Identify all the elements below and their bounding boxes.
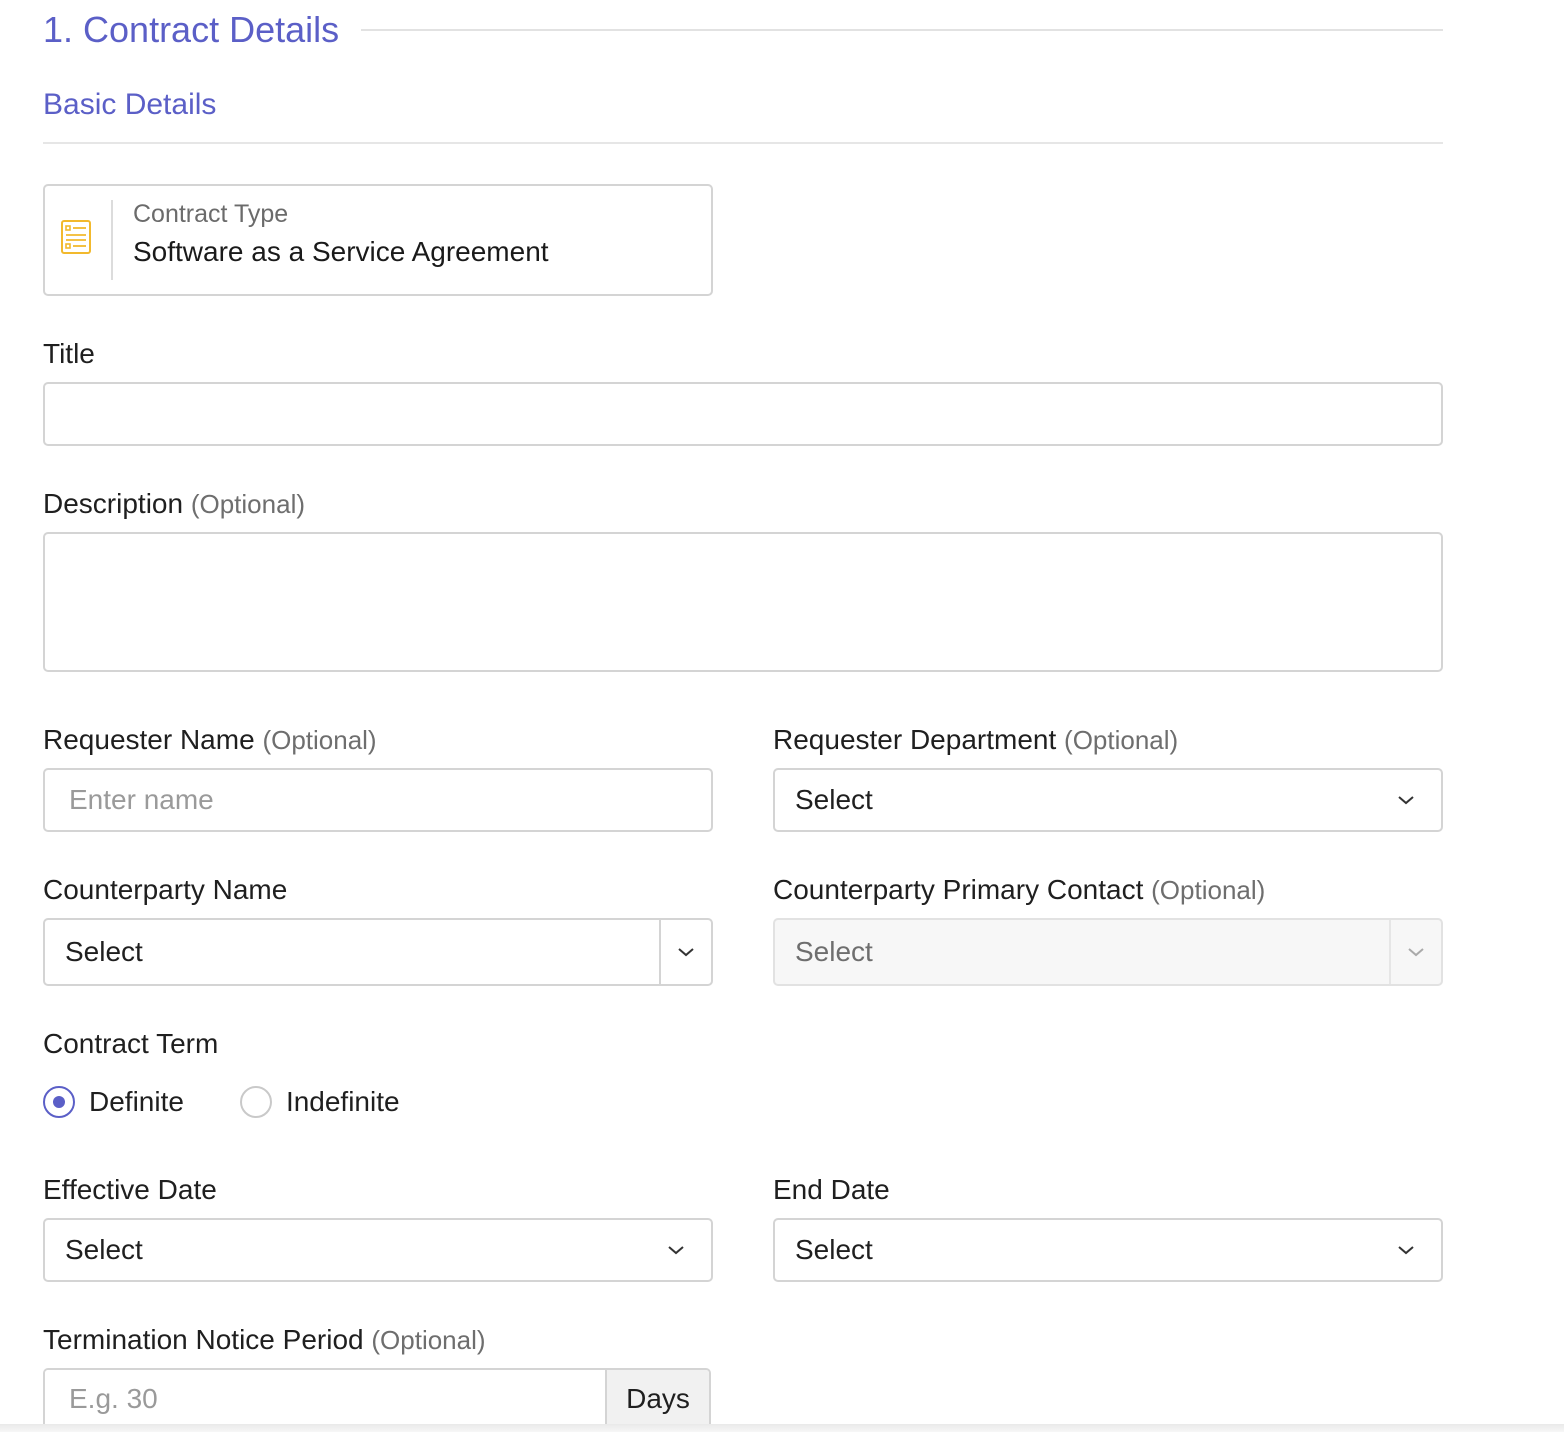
end-date-label-text: End Date [773, 1174, 890, 1205]
termination-notice-label: Termination Notice Period (Optional) [43, 1324, 486, 1356]
description-label-text: Description [43, 488, 184, 519]
chevron-down-icon[interactable] [659, 920, 711, 984]
radio-circle-unchecked[interactable] [239, 1086, 272, 1118]
termination-notice-group: Days [43, 1368, 711, 1430]
contract-term-radio-group: Definite Indefinite [43, 1086, 456, 1118]
counterparty-name-label: Counterparty Name [43, 874, 287, 906]
radio-indefinite[interactable]: Indefinite [239, 1086, 400, 1118]
requester-name-label-text: Requester Name [43, 724, 255, 755]
days-unit-addon: Days [605, 1370, 709, 1428]
description-textarea[interactable] [43, 532, 1443, 672]
chevron-down-icon [1389, 1233, 1423, 1267]
requester-department-label-text: Requester Department [773, 724, 1057, 755]
contract-type-card: Contract Type Software as a Service Agre… [43, 184, 713, 296]
radio-circle-checked[interactable] [43, 1086, 75, 1118]
chevron-down-icon[interactable] [1389, 920, 1441, 984]
subsection-divider [43, 142, 1443, 144]
counterparty-name-value: Select [65, 936, 143, 967]
end-date-select[interactable]: Select [773, 1218, 1443, 1282]
effective-date-select[interactable]: Select [43, 1218, 713, 1282]
requester-name-optional-tag: (Optional) [262, 725, 377, 755]
termination-notice-label-text: Termination Notice Period [43, 1324, 364, 1355]
chevron-down-icon [659, 1233, 693, 1267]
section-title: 1. Contract Details [43, 9, 340, 50]
counterparty-name-select[interactable]: Select [43, 918, 713, 986]
end-date-label: End Date [773, 1174, 890, 1206]
description-optional-tag: (Optional) [190, 489, 305, 519]
section-divider [361, 29, 1443, 31]
radio-definite-label: Definite [89, 1086, 184, 1117]
counterparty-contact-select[interactable]: Select [773, 918, 1443, 986]
requester-department-label: Requester Department (Optional) [773, 724, 1178, 756]
requester-department-select[interactable]: Select [773, 768, 1443, 832]
section-header: 1. Contract Details [43, 8, 1443, 52]
radio-definite[interactable]: Definite [43, 1086, 184, 1118]
counterparty-name-label-text: Counterparty Name [43, 874, 288, 905]
title-label-text: Title [43, 338, 95, 369]
title-input[interactable] [43, 382, 1443, 446]
termination-notice-optional-tag: (Optional) [371, 1325, 486, 1355]
effective-date-label: Effective Date [43, 1174, 217, 1206]
contract-term-label-text: Contract Term [43, 1028, 219, 1059]
requester-name-label: Requester Name (Optional) [43, 724, 377, 756]
description-label: Description (Optional) [43, 488, 305, 520]
contract-type-label: Contract Type [133, 200, 289, 228]
radio-dot [53, 1096, 65, 1108]
contract-type-divider [111, 200, 113, 280]
contract-details-form: 1. Contract Details Basic Details Contra… [0, 0, 1564, 1432]
subsection-title: Basic Details [43, 88, 217, 121]
counterparty-contact-label: Counterparty Primary Contact (Optional) [773, 874, 1265, 906]
counterparty-contact-label-text: Counterparty Primary Contact [773, 874, 1144, 905]
termination-notice-input[interactable] [45, 1370, 605, 1428]
radio-indefinite-label: Indefinite [285, 1086, 400, 1117]
contract-term-label: Contract Term [43, 1028, 218, 1060]
chevron-down-icon [1389, 783, 1423, 817]
title-label: Title [43, 338, 95, 370]
requester-name-input[interactable] [43, 768, 713, 832]
effective-date-value: Select [65, 1234, 143, 1265]
contract-type-value: Software as a Service Agreement [133, 236, 549, 267]
end-date-value: Select [795, 1234, 873, 1265]
requester-department-value: Select [795, 784, 873, 815]
effective-date-label-text: Effective Date [43, 1174, 217, 1205]
counterparty-contact-value: Select [795, 936, 873, 967]
counterparty-contact-optional-tag: (Optional) [1151, 875, 1266, 905]
bottom-bar-shadow [0, 1424, 1564, 1432]
requester-department-optional-tag: (Optional) [1064, 725, 1179, 755]
document-list-icon [61, 220, 91, 254]
